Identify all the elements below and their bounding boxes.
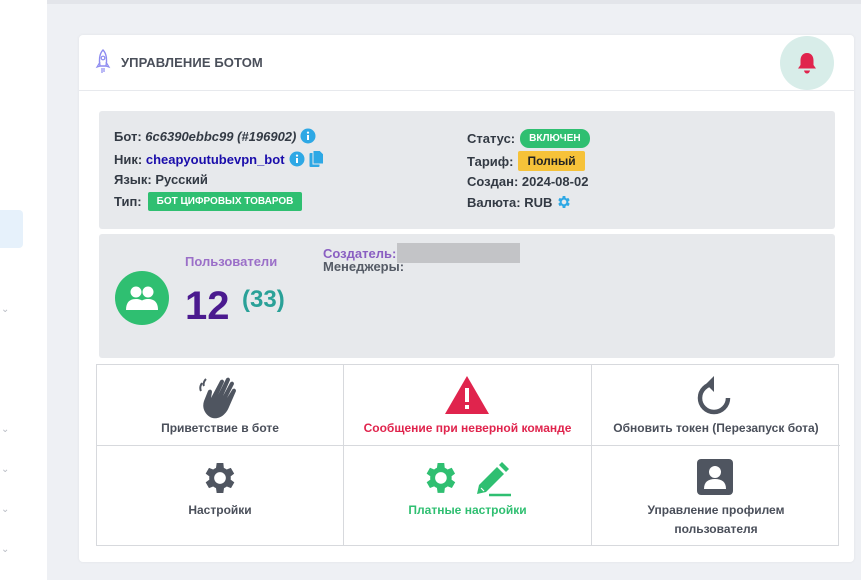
bot-management-card: УПРАВЛЕНИЕ БОТОМ Бот: 6c6390ebbc99 (#196… (79, 35, 854, 562)
greeting-label: Приветствие в боте (161, 421, 279, 435)
creator-redacted (397, 243, 520, 263)
info-icon[interactable] (300, 128, 316, 144)
users-label: Пользователи (185, 254, 278, 269)
status-badge[interactable]: ВКЛЮЧЕН (520, 129, 590, 148)
bot-id-row: Бот: 6c6390ebbc99 (#196902) (114, 128, 316, 144)
card-header: УПРАВЛЕНИЕ БОТОМ (79, 35, 854, 91)
copy-icon[interactable] (309, 150, 324, 168)
warning-triangle-icon (445, 376, 489, 414)
gear-icon[interactable] (556, 194, 572, 210)
users-total: (33) (242, 286, 285, 313)
currency-row: Валюта: RUB (467, 194, 572, 210)
tariff-badge: Полный (518, 151, 585, 171)
info-icon[interactable] (289, 151, 305, 167)
tariff-row: Тариф: Полный (467, 151, 585, 171)
type-badge: БОТ ЦИФРОВЫХ ТОВАРОВ (147, 192, 303, 211)
refresh-icon (697, 376, 731, 415)
gear-pencil-icon (426, 462, 511, 497)
paid-settings-label: Платные настройки (408, 503, 527, 517)
bot-nick-link[interactable]: cheapyoutubevpn_bot (146, 152, 285, 167)
refresh-token-action[interactable]: Обновить токен (Перезапуск бота) (592, 365, 840, 446)
waving-hand-icon (199, 377, 236, 419)
bot-info-panel: Бот: 6c6390ebbc99 (#196902) Ник: cheapyo… (99, 111, 835, 229)
nick-row: Ник: cheapyoutubevpn_bot (114, 150, 324, 168)
refresh-token-label: Обновить токен (Перезапуск бота) (613, 421, 819, 435)
chevron-down-icon[interactable]: ⌄ (1, 465, 11, 475)
notification-button[interactable] (780, 36, 834, 90)
type-row: Тип: БОТ ЦИФРОВЫХ ТОВАРОВ (114, 192, 303, 211)
users-panel: Пользователи 12 (33) Создатель: Менеджер… (99, 234, 835, 358)
bot-id: 6c6390ebbc99 (#196902) (145, 128, 297, 144)
greeting-action[interactable]: Приветствие в боте (97, 365, 344, 446)
users-icon (115, 271, 169, 325)
language-row: Язык: Русский (114, 172, 208, 187)
users-count: 12 (185, 284, 230, 328)
chevron-down-icon[interactable]: ⌄ (1, 305, 11, 315)
sidebar: ⌄ ⌄ ⌄ ⌄ ⌄ (0, 0, 47, 580)
wrong-command-label: Сообщение при неверной команде (363, 421, 572, 435)
created-row: Создан: 2024-08-02 (467, 174, 589, 189)
profile-management-action[interactable]: Управление профилем пользователя (592, 446, 840, 545)
gear-icon (205, 463, 235, 493)
sidebar-active-item[interactable] (0, 210, 23, 248)
chevron-down-icon[interactable]: ⌄ (1, 425, 11, 435)
top-bar (47, 0, 861, 4)
profile-management-label: Управление профилем пользователя (647, 503, 785, 536)
status-row: Статус: ВКЛЮЧЕН (467, 129, 590, 148)
page-title: УПРАВЛЕНИЕ БОТОМ (121, 55, 263, 70)
chevron-down-icon[interactable]: ⌄ (1, 545, 11, 555)
managers-label: Менеджеры: (323, 259, 405, 274)
actions-grid: Приветствие в боте Сообщение при неверно… (96, 364, 840, 546)
bell-icon (798, 53, 816, 74)
rocket-icon (95, 49, 111, 73)
user-profile-icon (697, 459, 733, 495)
chevron-down-icon[interactable]: ⌄ (1, 505, 11, 515)
settings-label: Настройки (188, 503, 252, 517)
settings-action[interactable]: Настройки (97, 446, 344, 545)
wrong-command-action[interactable]: Сообщение при неверной команде (344, 365, 592, 446)
paid-settings-action[interactable]: Платные настройки (344, 446, 592, 545)
